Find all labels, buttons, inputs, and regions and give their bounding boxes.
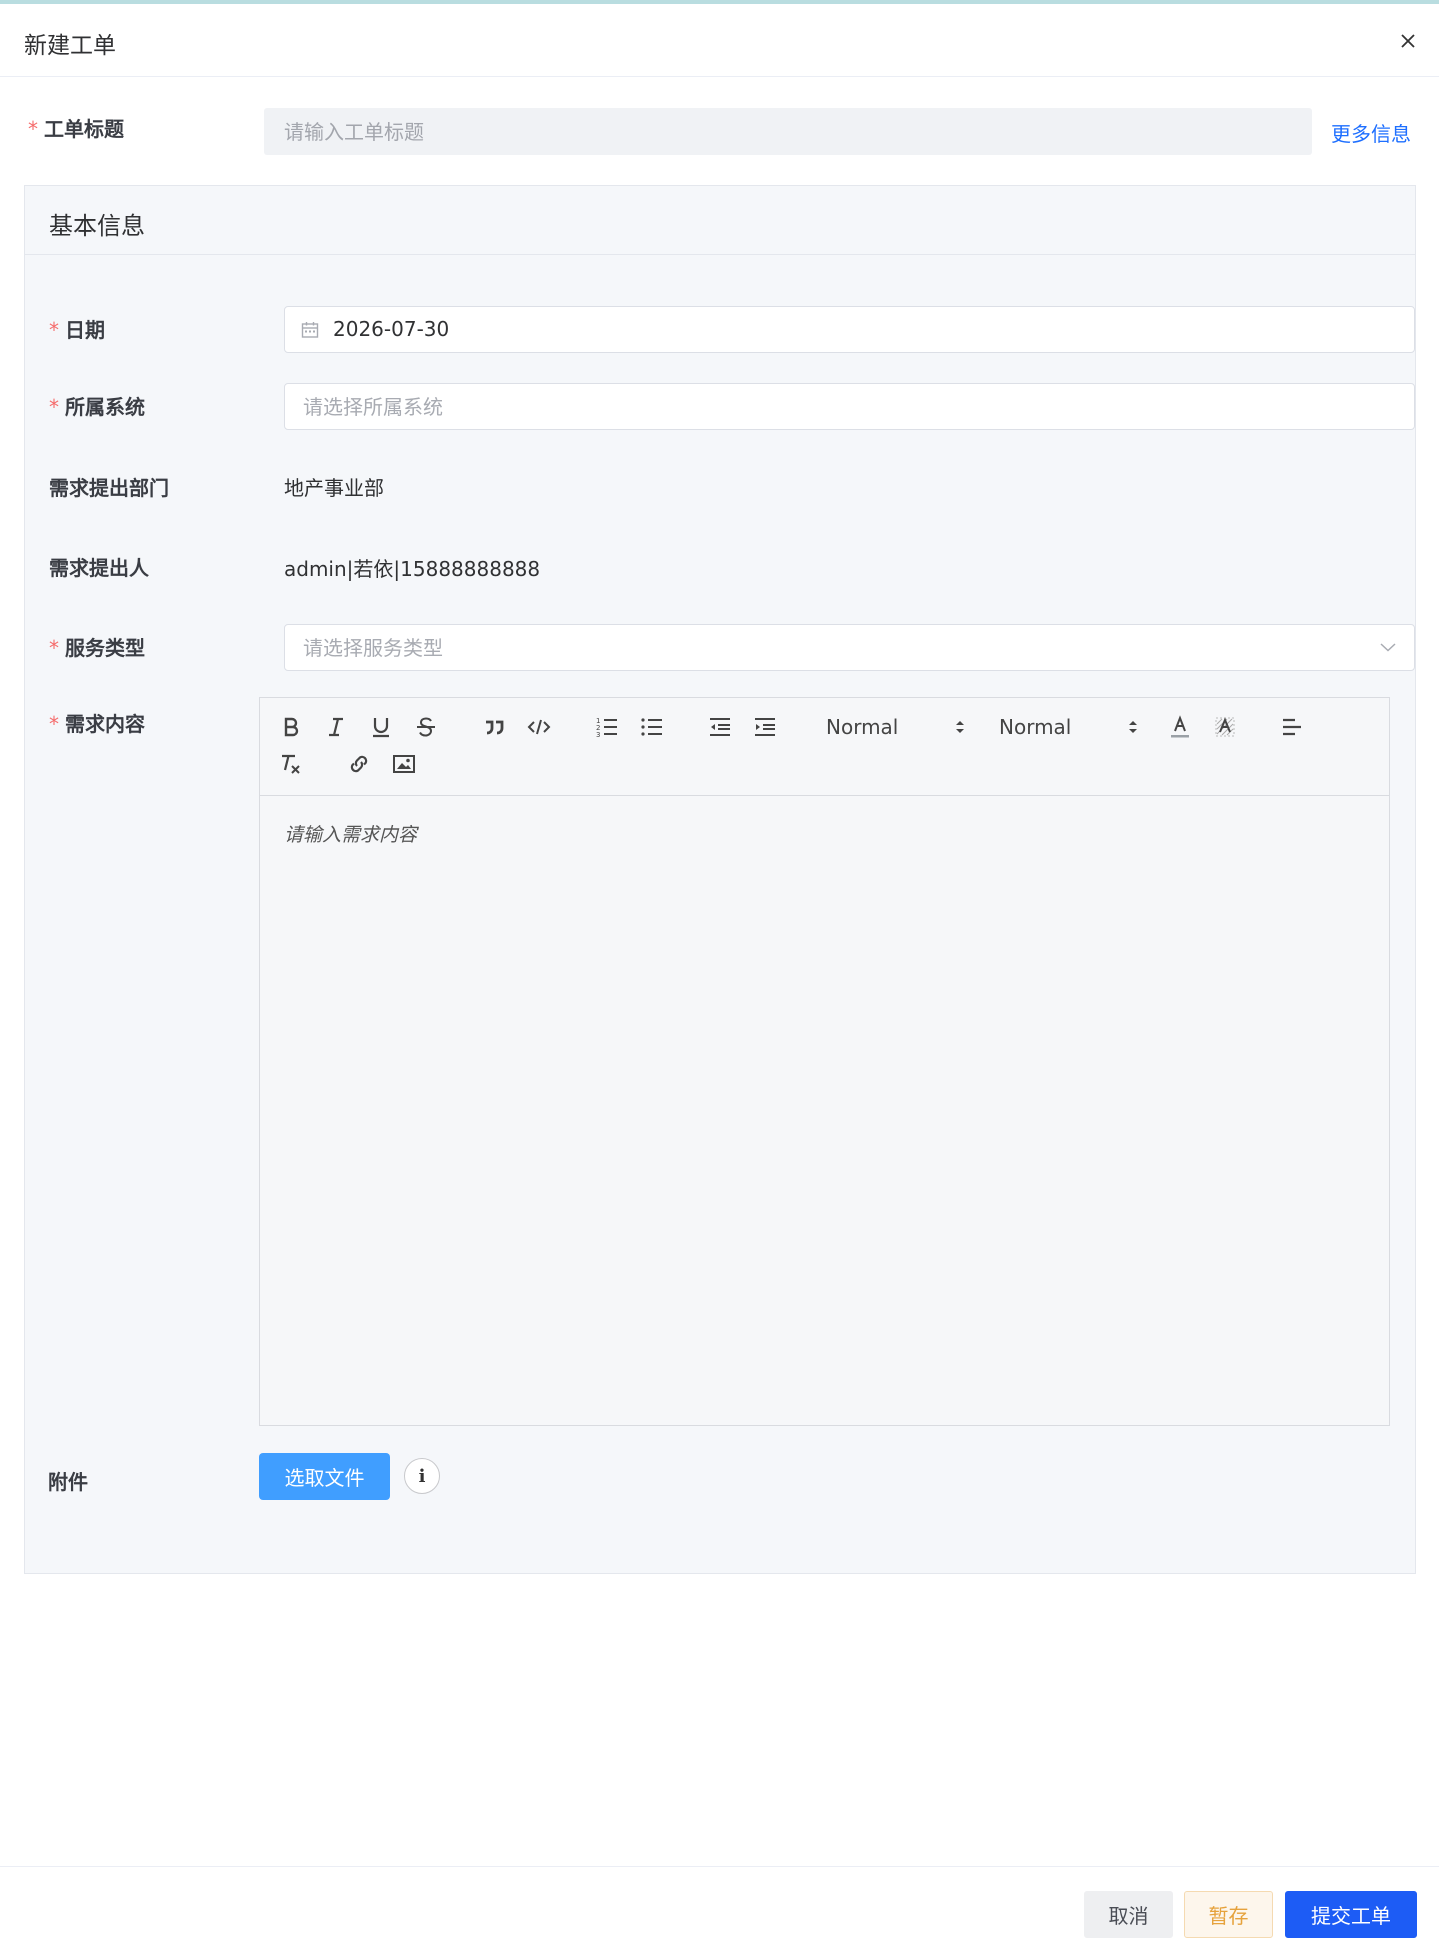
dialog-title: 新建工单: [24, 33, 116, 59]
blockquote-button[interactable]: [479, 712, 509, 742]
more-info-link[interactable]: 更多信息: [1331, 118, 1411, 147]
required-mark: *: [49, 712, 59, 736]
bullet-list-icon: [641, 718, 662, 736]
font-color-icon: [1171, 715, 1189, 738]
svg-text:3: 3: [596, 731, 600, 739]
background-color-icon: [1215, 717, 1235, 737]
required-mark: *: [49, 636, 59, 660]
system-label: * 所属系统: [49, 395, 145, 419]
chevron-down-icon: [1380, 643, 1396, 652]
save-draft-button[interactable]: 暂存: [1184, 1891, 1273, 1938]
indent-icon: [755, 718, 775, 736]
image-icon: [393, 755, 415, 773]
cancel-button[interactable]: 取消: [1084, 1891, 1173, 1938]
date-value: 2026-07-30: [333, 317, 450, 341]
background-color-button[interactable]: [1210, 712, 1240, 742]
code-block-button[interactable]: [524, 712, 554, 742]
select-arrows-icon: [956, 721, 964, 733]
info-icon[interactable]: i: [404, 1458, 440, 1494]
align-button[interactable]: [1277, 712, 1307, 742]
editor-content-area: 请输入需求内容: [284, 824, 418, 846]
outdent-button[interactable]: [705, 712, 735, 742]
date-label: * 日期: [49, 318, 105, 342]
select-arrows-icon: [1129, 721, 1137, 733]
service-type-select[interactable]: [284, 624, 1415, 671]
title-label: * 工单标题: [28, 117, 124, 141]
code-block-icon: [527, 719, 551, 735]
ordered-list-icon: 123: [596, 717, 617, 739]
image-button[interactable]: [389, 749, 419, 779]
size-select[interactable]: Normal: [826, 712, 966, 742]
date-picker[interactable]: 2026-07-30: [284, 306, 1415, 353]
italic-button[interactable]: [321, 712, 351, 742]
header-select[interactable]: Normal: [999, 712, 1139, 742]
link-button[interactable]: [344, 749, 374, 779]
title-input[interactable]: [264, 108, 1312, 155]
calendar-icon: [301, 322, 319, 338]
clean-format-icon: [282, 754, 300, 774]
department-label: 需求提出部门: [49, 476, 169, 500]
service-type-input[interactable]: [303, 625, 1414, 670]
close-icon: [1401, 34, 1415, 48]
bold-icon: [284, 717, 299, 737]
requester-value: admin|若依|15888888888: [284, 557, 541, 581]
size-select-value: Normal: [826, 715, 899, 739]
service-type-label: * 服务类型: [49, 636, 145, 660]
clean-format-button[interactable]: [276, 749, 306, 779]
outdent-icon: [710, 718, 730, 736]
indent-button[interactable]: [750, 712, 780, 742]
font-color-button[interactable]: [1165, 712, 1195, 742]
attachment-label: 附件: [48, 1470, 88, 1494]
requester-label: 需求提出人: [49, 556, 149, 580]
bold-button[interactable]: [276, 712, 306, 742]
rich-text-editor[interactable]: 123 Normal Normal 请输入需求内容: [259, 697, 1390, 1426]
required-mark: *: [28, 117, 38, 141]
footer-divider: [0, 1866, 1439, 1867]
required-mark: *: [49, 395, 59, 419]
blockquote-icon: [486, 720, 504, 735]
submit-ticket-button[interactable]: 提交工单: [1285, 1891, 1417, 1938]
close-button[interactable]: [1391, 24, 1425, 58]
required-mark: *: [49, 318, 59, 342]
align-icon: [1283, 718, 1301, 736]
ordered-list-button[interactable]: 123: [592, 712, 622, 742]
department-value: 地产事业部: [284, 476, 384, 500]
content-label: * 需求内容: [49, 712, 145, 736]
strike-icon: [417, 717, 435, 737]
system-field[interactable]: [284, 383, 1415, 430]
strike-button[interactable]: [411, 712, 441, 742]
italic-icon: [329, 717, 343, 737]
section-header: 基本信息: [25, 186, 1415, 255]
system-input[interactable]: [303, 384, 1414, 429]
dialog-header: 新建工单: [0, 4, 1439, 77]
link-icon: [350, 755, 368, 773]
underline-icon: [373, 718, 389, 738]
section-title: 基本信息: [49, 212, 145, 240]
editor-toolbar: 123 Normal Normal: [260, 698, 1389, 796]
bullet-list-button[interactable]: [637, 712, 667, 742]
choose-file-button[interactable]: 选取文件: [259, 1453, 390, 1500]
header-select-value: Normal: [999, 715, 1072, 739]
underline-button[interactable]: [366, 712, 396, 742]
